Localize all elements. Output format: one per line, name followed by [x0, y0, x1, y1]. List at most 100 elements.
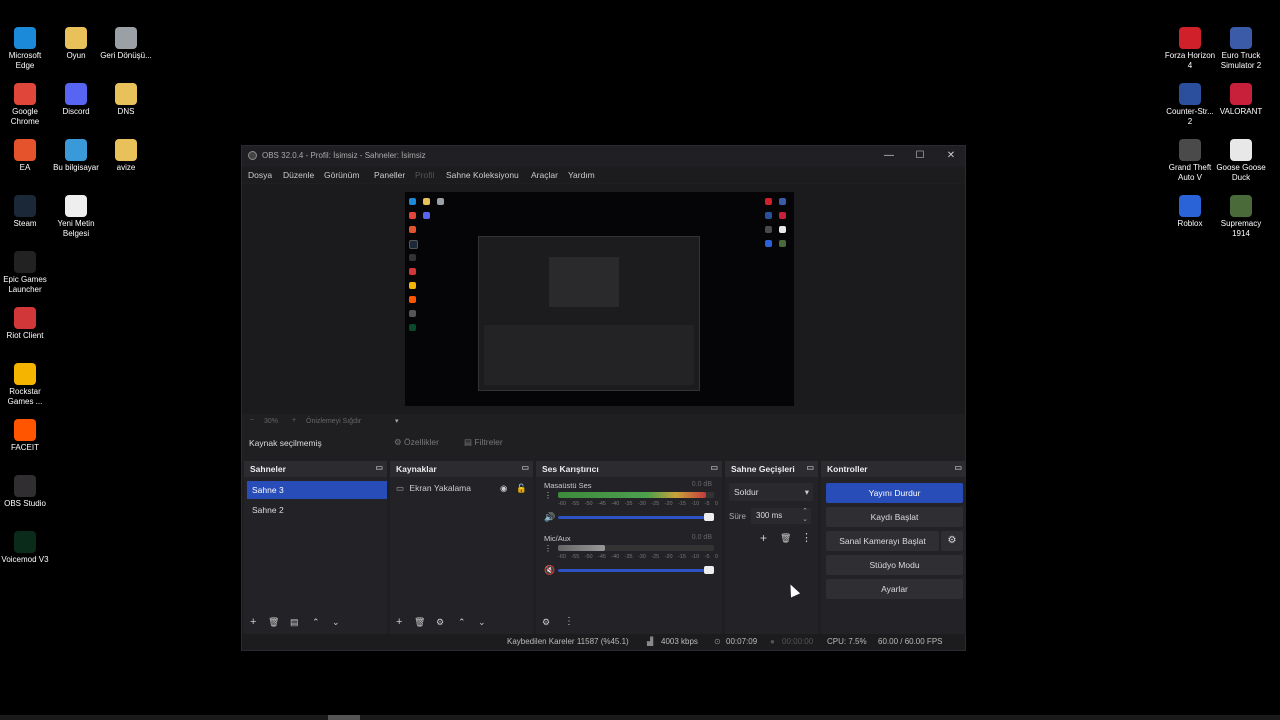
desktop-shortcut[interactable]: Voicemod V3 [0, 531, 51, 565]
desktop-shortcut[interactable]: Google Chrome [0, 83, 51, 127]
zoom-out-button[interactable]: − [250, 417, 254, 424]
gta-icon [1179, 139, 1201, 161]
undock-icon[interactable]: ▭ [375, 463, 383, 472]
sources-title: Kaynaklar [396, 464, 437, 474]
minimize-button[interactable]: — [879, 149, 899, 163]
undock-icon[interactable]: ▭ [806, 463, 814, 472]
desktop-shortcut[interactable]: Epic Games Launcher [0, 251, 51, 295]
add-icon[interactable]: + [760, 531, 767, 545]
filter-icon[interactable]: ▤ [290, 617, 299, 628]
menu-sahne-koleksiyonu[interactable]: Sahne Koleksiyonu [446, 170, 519, 180]
trash-icon[interactable]: 🗑 [268, 617, 279, 628]
menu-yardim[interactable]: Yardım [568, 170, 595, 180]
zoom-value: 30% [264, 418, 279, 425]
desktop-shortcut[interactable]: Yeni Metin Belgesi [50, 195, 102, 239]
chevron-down-icon[interactable]: ▾ [395, 417, 399, 425]
desktop-shortcut[interactable]: Geri Dönüşü... [100, 27, 152, 61]
desktop-shortcut[interactable]: Euro Truck Simulator 2 [1215, 27, 1267, 71]
desktop-shortcut[interactable]: OBS Studio [0, 475, 51, 509]
close-button[interactable]: ✕ [941, 149, 961, 163]
title-bar[interactable]: OBS 32.0.4 - Profil: İsimsiz - Sahneler:… [242, 146, 965, 166]
mixer-channel: Mic/Aux 0.0 dB ⋮ -60 -55 -50 -45 -40 -35 -30 -2… [536, 532, 722, 582]
mini-icon [765, 198, 772, 205]
menu-dosya[interactable]: Dosya [248, 170, 272, 180]
obs-window: OBS 32.0.4 - Profil: İsimsiz - Sahneler:… [241, 145, 966, 651]
stop-streaming-button[interactable]: Yayını Durdur [826, 483, 963, 503]
volume-slider-handle[interactable] [704, 513, 714, 521]
zoom-fit-label[interactable]: Önizlemeyi Sığdır [306, 418, 361, 425]
menu-araclar[interactable]: Araçlar [531, 170, 558, 180]
eye-icon[interactable]: ◉ [500, 483, 507, 494]
settings-button[interactable]: Ayarlar [826, 579, 963, 599]
trash-icon[interactable]: 🗑 [414, 617, 425, 628]
scene-item[interactable]: Sahne 2 [247, 501, 387, 519]
muted-speaker-icon[interactable]: 🔇 [544, 565, 555, 576]
desktop-shortcut[interactable]: Forza Horizon 4 [1164, 27, 1216, 71]
desktop-shortcut-label: OBS Studio [4, 499, 46, 508]
desktop-shortcut[interactable]: VALORANT [1215, 83, 1267, 117]
stream-time: 00:07:09 [726, 637, 758, 646]
desktop-shortcut[interactable]: FACEIT [0, 419, 51, 453]
scene-item[interactable]: Sahne 3 [247, 481, 387, 499]
stream-preview[interactable] [405, 192, 794, 406]
desktop-shortcut[interactable]: Oyun [50, 27, 102, 61]
undock-icon[interactable]: ▭ [954, 463, 962, 472]
desktop-shortcut[interactable]: Microsoft Edge [0, 27, 51, 71]
desktop-shortcut[interactable]: Rockstar Games ... [0, 363, 51, 407]
desktop-shortcut[interactable]: Goose Goose Duck [1215, 139, 1267, 183]
gear-icon[interactable]: ⚙ [436, 617, 444, 628]
lock-icon[interactable]: 🔓 [516, 483, 527, 494]
studio-mode-button[interactable]: Stüdyo Modu [826, 555, 963, 575]
menu-paneller[interactable]: Paneller [374, 170, 405, 180]
volume-slider[interactable] [558, 569, 710, 572]
kebab-menu-icon[interactable]: ⋮ [564, 616, 574, 627]
desktop-shortcut[interactable]: Supremacy 1914 [1215, 195, 1267, 239]
properties-button[interactable]: ⚙ Özellikler [394, 437, 439, 448]
zoom-in-button[interactable]: + [292, 417, 296, 424]
desktop-shortcut[interactable]: Discord [50, 83, 102, 117]
desktop-shortcut[interactable]: Bu bilgisayar [50, 139, 102, 173]
transition-select[interactable]: Soldur ▾ [729, 483, 813, 501]
desktop-shortcut[interactable]: DNS [100, 83, 152, 117]
db-scale-tick: -60 [558, 501, 566, 507]
menu-profil[interactable]: Profil [415, 170, 434, 180]
trash-icon[interactable]: 🗑 [780, 533, 791, 544]
mini-icon [409, 198, 416, 205]
desktop-shortcut[interactable]: EA [0, 139, 51, 173]
move-down-icon[interactable]: ⌄ [478, 617, 486, 628]
desktop-shortcut[interactable]: Counter-Str... 2 [1164, 83, 1216, 127]
volume-slider-handle[interactable] [704, 566, 714, 574]
source-item[interactable]: ▭ Ekran Yakalama ◉ 🔓 [396, 483, 528, 497]
spinner-down-icon[interactable]: ⌄ [802, 512, 808, 528]
move-up-icon[interactable]: ⌃ [458, 617, 466, 628]
desktop-shortcut[interactable]: avize [100, 139, 152, 173]
taskbar-active-app[interactable] [328, 715, 360, 720]
kebab-menu-icon[interactable]: ⋮ [544, 544, 552, 553]
undock-icon[interactable]: ▭ [521, 463, 529, 472]
speaker-icon[interactable]: 🔊 [544, 512, 555, 523]
advanced-audio-icon[interactable]: ⚙ [542, 617, 550, 628]
desktop-shortcut[interactable]: Steam [0, 195, 51, 229]
kebab-menu-icon[interactable]: ⋮ [801, 531, 812, 544]
ea-icon [14, 139, 36, 161]
desktop-shortcut[interactable]: Grand Theft Auto V [1164, 139, 1216, 183]
transitions-header: Sahne Geçişleri ▭ [725, 461, 818, 477]
start-recording-button[interactable]: Kaydı Başlat [826, 507, 963, 527]
desktop-shortcut[interactable]: Roblox [1164, 195, 1216, 229]
volume-slider[interactable] [558, 516, 710, 519]
mini-icon [409, 296, 416, 303]
start-virtual-camera-button[interactable]: Sanal Kamerayı Başlat [826, 531, 939, 551]
add-icon[interactable]: + [396, 616, 402, 628]
maximize-button[interactable]: ☐ [910, 149, 930, 163]
move-up-icon[interactable]: ⌃ [312, 617, 320, 628]
move-down-icon[interactable]: ⌄ [332, 617, 340, 628]
menu-duzenle[interactable]: Düzenle [283, 170, 314, 180]
desktop-shortcut[interactable]: Riot Client [0, 307, 51, 341]
filters-button[interactable]: ▤ Filtreler [464, 437, 503, 448]
add-icon[interactable]: + [250, 616, 256, 628]
menu-gorunum[interactable]: Görünüm [324, 170, 359, 180]
virtual-camera-settings-button[interactable]: ⚙ [941, 531, 963, 551]
kebab-menu-icon[interactable]: ⋮ [544, 491, 552, 500]
duration-input[interactable]: 300 ms ⌃ ⌄ [751, 508, 811, 524]
undock-icon[interactable]: ▭ [710, 463, 718, 472]
